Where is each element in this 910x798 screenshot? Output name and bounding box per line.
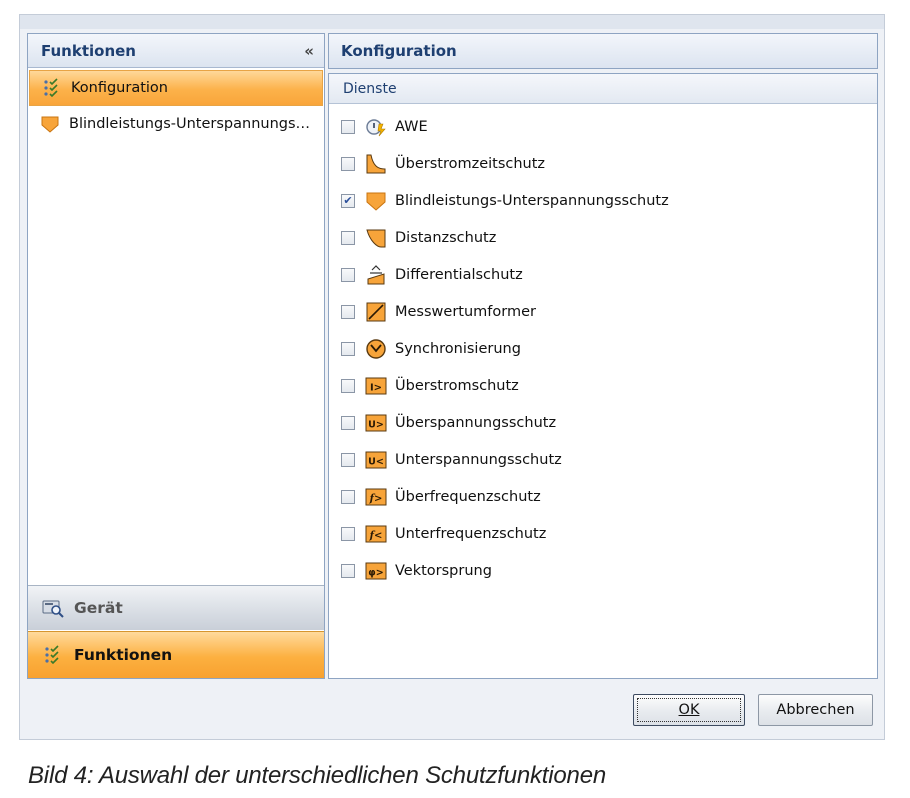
- nav-button-label: Funktionen: [74, 646, 173, 664]
- configuration-title: Konfiguration: [341, 42, 457, 60]
- nav-item-blindleistung[interactable]: Blindleistungs-Unterspannungs…: [28, 106, 324, 142]
- shield-icon: [39, 114, 61, 134]
- checklist-icon: [41, 78, 63, 98]
- nav-item-label: Blindleistungs-Unterspannungs…: [69, 116, 311, 132]
- services-section-header: Dienste: [329, 74, 877, 104]
- icon-glyph: U>: [368, 419, 384, 430]
- u-greater-icon: U>: [365, 412, 387, 434]
- service-checkbox[interactable]: [341, 341, 355, 356]
- icon-glyph: I>: [370, 382, 382, 393]
- service-label: Überfrequenzschutz: [395, 488, 541, 505]
- service-checkbox[interactable]: [341, 119, 355, 134]
- service-label: Messwertumformer: [395, 303, 536, 320]
- shield-icon: [365, 190, 387, 212]
- service-row-messwertumformer: Messwertumformer: [335, 293, 871, 330]
- service-row-awe: AWE: [335, 108, 871, 145]
- u-less-icon: U<: [365, 449, 387, 471]
- service-label: Differentialschutz: [395, 266, 523, 283]
- service-row-blindleistung: ✔ Blindleistungs-Unterspannungsschutz: [335, 182, 871, 219]
- service-label: Unterspannungsschutz: [395, 451, 562, 468]
- service-label: Vektorsprung: [395, 562, 492, 579]
- services-panel: Dienste AWE Überstromzeitschutz ✔ Blindl…: [328, 73, 878, 679]
- sync-clock-icon: [365, 338, 387, 360]
- navigation-pane: Funktionen « Konfiguration Blindleistung…: [27, 33, 325, 679]
- dialog-top-strip: [20, 15, 884, 29]
- cancel-button[interactable]: Abbrechen: [758, 694, 873, 726]
- ok-button[interactable]: OK: [633, 694, 745, 726]
- service-label: Überstromzeitschutz: [395, 155, 546, 172]
- figure-caption: Bild 4: Auswahl der unterschiedlichen Sc…: [28, 762, 606, 789]
- service-row-distanzschutz: Distanzschutz: [335, 219, 871, 256]
- navigation-header: Funktionen «: [28, 34, 324, 68]
- service-label: Distanzschutz: [395, 229, 497, 246]
- dialog-window: Funktionen « Konfiguration Blindleistung…: [19, 14, 885, 740]
- service-row-synchronisierung: Synchronisierung: [335, 330, 871, 367]
- service-label: AWE: [395, 118, 428, 135]
- service-checkbox[interactable]: [341, 415, 355, 430]
- nav-button-label: Gerät: [74, 599, 123, 617]
- nav-item-konfiguration[interactable]: Konfiguration: [29, 70, 323, 106]
- service-checkbox[interactable]: [341, 378, 355, 393]
- service-checkbox[interactable]: [341, 304, 355, 319]
- icon-glyph: U<: [368, 456, 384, 467]
- phi-greater-icon: φ>: [365, 560, 387, 582]
- collapse-icon[interactable]: «: [304, 42, 314, 60]
- services-list: AWE Überstromzeitschutz ✔ Blindleistungs…: [335, 108, 871, 589]
- icon-glyph: f<: [369, 530, 383, 541]
- ok-button-label: OK: [637, 698, 741, 722]
- service-row-vektorsprung: φ> Vektorsprung: [335, 552, 871, 589]
- service-row-unterfrequenzschutz: f< Unterfrequenzschutz: [335, 515, 871, 552]
- nav-item-label: Konfiguration: [71, 80, 168, 96]
- service-checkbox[interactable]: [341, 526, 355, 541]
- service-checkbox[interactable]: [341, 452, 355, 467]
- service-row-ueberfrequenzschutz: f> Überfrequenzschutz: [335, 478, 871, 515]
- i-greater-icon: I>: [365, 375, 387, 397]
- service-checkbox[interactable]: [341, 156, 355, 171]
- distance-icon: [365, 227, 387, 249]
- services-section-title: Dienste: [343, 80, 397, 97]
- icon-glyph: f>: [369, 493, 383, 504]
- service-checkbox[interactable]: [341, 563, 355, 578]
- service-checkbox[interactable]: [341, 489, 355, 504]
- device-search-icon: [42, 598, 64, 618]
- service-label: Synchronisierung: [395, 340, 521, 357]
- navigation-title: Funktionen: [41, 41, 136, 60]
- icon-glyph: φ>: [368, 567, 383, 578]
- service-row-differentialschutz: Differentialschutz: [335, 256, 871, 293]
- service-label: Überstromschutz: [395, 377, 519, 394]
- service-row-ueberstromschutz: I> Überstromschutz: [335, 367, 871, 404]
- awe-icon: [365, 116, 387, 138]
- transducer-icon: [365, 301, 387, 323]
- differential-icon: [365, 264, 387, 286]
- service-row-unterspannungsschutz: U< Unterspannungsschutz: [335, 441, 871, 478]
- service-checkbox[interactable]: ✔: [341, 193, 355, 208]
- f-less-icon: f<: [365, 523, 387, 545]
- service-checkbox[interactable]: [341, 230, 355, 245]
- service-label: Blindleistungs-Unterspannungsschutz: [395, 192, 669, 209]
- checklist-icon: [42, 645, 64, 665]
- cancel-button-label: Abbrechen: [776, 702, 855, 718]
- time-curve-icon: [365, 153, 387, 175]
- service-label: Unterfrequenzschutz: [395, 525, 547, 542]
- service-label: Überspannungsschutz: [395, 414, 557, 431]
- service-row-ueberspannungsschutz: U> Überspannungsschutz: [335, 404, 871, 441]
- nav-button-geraet[interactable]: Gerät: [28, 585, 324, 630]
- configuration-header: Konfiguration: [328, 33, 878, 69]
- service-row-ueberstromzeitschutz: Überstromzeitschutz: [335, 145, 871, 182]
- service-checkbox[interactable]: [341, 267, 355, 282]
- f-greater-icon: f>: [365, 486, 387, 508]
- nav-button-funktionen[interactable]: Funktionen: [28, 631, 324, 678]
